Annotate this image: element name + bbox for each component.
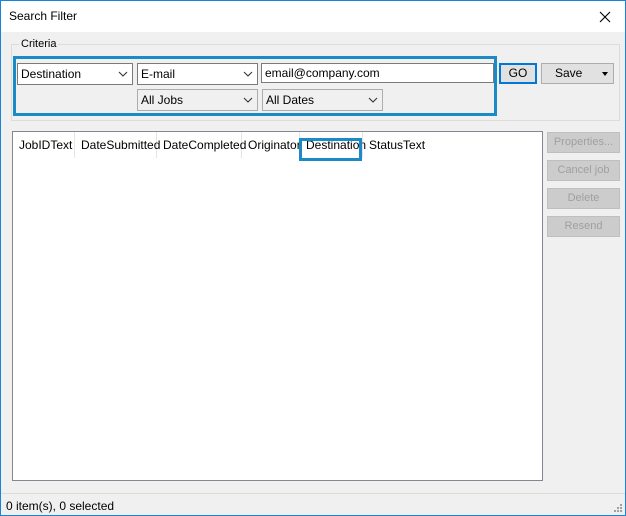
column-header-datecompleted[interactable]: DateCompleted	[157, 132, 246, 158]
column-header-datesubmitted[interactable]: DateSubmitted	[75, 132, 160, 158]
column-header-jobid[interactable]: JobIDText	[13, 132, 75, 158]
job-list[interactable]: JobIDText DateSubmitted DateCompleted Or…	[12, 131, 543, 481]
resize-grip-icon[interactable]	[611, 501, 623, 513]
criteria-label: Criteria	[19, 38, 59, 50]
resend-button[interactable]: Resend	[547, 216, 620, 237]
close-icon	[599, 11, 611, 22]
title-bar: Search Filter	[1, 1, 625, 32]
criteria-highlight-box	[13, 56, 497, 116]
delete-button[interactable]: Delete	[547, 188, 620, 209]
destination-highlight-box	[299, 138, 362, 161]
status-bar: 0 item(s), 0 selected	[1, 493, 625, 515]
column-header-status[interactable]: StatusText	[363, 132, 429, 158]
column-headers: JobIDText DateSubmitted DateCompleted Or…	[13, 132, 429, 158]
properties-button[interactable]: Properties...	[547, 132, 620, 153]
go-button[interactable]: GO	[499, 63, 537, 84]
search-filter-window: Search Filter Criteria Destination E-mai…	[0, 0, 626, 516]
window-title: Search Filter	[9, 9, 78, 23]
save-label: Save	[555, 66, 583, 80]
status-text: 0 item(s), 0 selected	[6, 499, 115, 513]
column-header-originator[interactable]: Originator	[242, 132, 301, 158]
close-button[interactable]	[585, 1, 625, 32]
cancel-job-button[interactable]: Cancel job	[547, 160, 620, 181]
save-split-button[interactable]: Save	[541, 63, 614, 84]
caret-down-icon	[602, 72, 608, 76]
